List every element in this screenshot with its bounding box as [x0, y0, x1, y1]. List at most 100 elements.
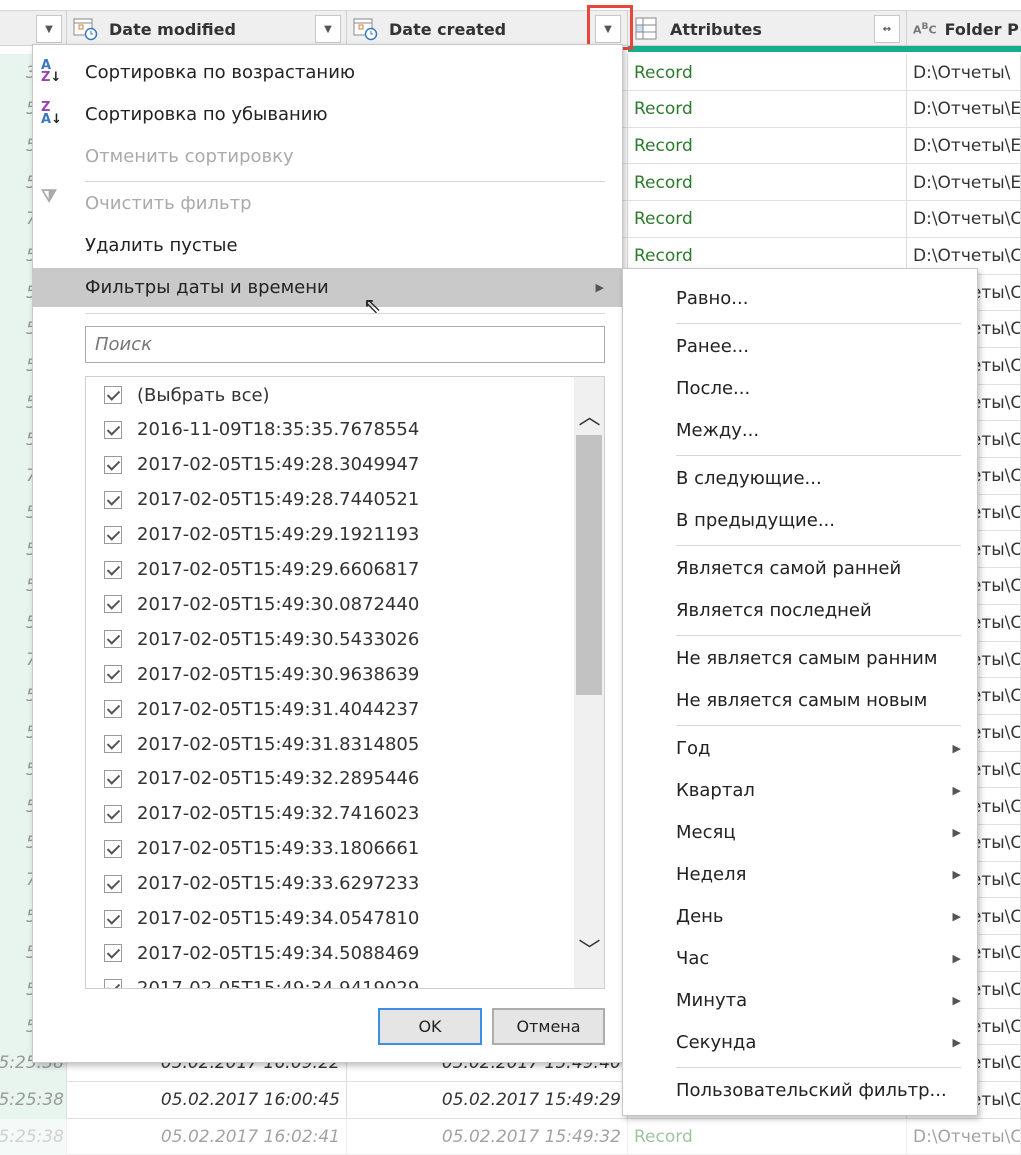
submenu-item-label: Час: [676, 947, 710, 969]
submenu-item[interactable]: Неделя ▶: [623, 854, 977, 894]
table-cell[interactable]: Record: [628, 164, 907, 202]
checklist-item[interactable]: 2017-02-05T15:49:30.9638639: [104, 659, 419, 689]
checklist-item[interactable]: 2017-02-05T15:49:31.8314805: [104, 729, 419, 759]
expand-column-button[interactable]: ↔: [874, 15, 900, 43]
submenu-item[interactable]: Минута ▶: [623, 980, 977, 1020]
checkbox-checked[interactable]: [104, 839, 122, 858]
checkbox-checked[interactable]: [104, 386, 122, 404]
scrollbar[interactable]: ︿ ﹀: [574, 377, 604, 988]
checklist-item-label: 2017-02-05T15:49:33.6297233: [137, 873, 420, 895]
remove-empty-item[interactable]: Удалить пустые: [33, 225, 622, 265]
checkbox-checked[interactable]: [104, 490, 122, 509]
checklist-item[interactable]: 2017-02-05T15:49:32.2895446: [104, 764, 419, 794]
chevron-right-icon: ▶: [595, 281, 604, 294]
checkbox-checked[interactable]: [104, 595, 122, 614]
chevron-right-icon: ▶: [952, 909, 961, 923]
submenu-item[interactable]: День ▶: [623, 896, 977, 936]
column-header-row: ▼ Date modified ▼ Date created ▼ Attribu…: [0, 10, 1021, 47]
separator: [85, 313, 605, 314]
column-title: Date created: [389, 19, 507, 39]
column-header-folder-path[interactable]: ABC Folder P: [907, 11, 1021, 47]
table-cell[interactable]: Record: [628, 200, 907, 238]
submenu-item[interactable]: Равно...: [623, 278, 977, 318]
column-header-index: ▼: [0, 11, 67, 47]
checklist-item[interactable]: 2017-02-05T15:49:33.6297233: [104, 869, 419, 899]
clear-filter-icon: ⧩: [41, 186, 58, 207]
column-header-date-created[interactable]: Date created ▼: [347, 11, 628, 47]
submenu-item[interactable]: Ранее...: [623, 326, 977, 366]
checkbox-checked[interactable]: [104, 525, 122, 544]
checkbox-checked[interactable]: [104, 804, 122, 823]
checklist-item-label: 2017-02-05T15:49:32.2895446: [137, 768, 420, 790]
search-input[interactable]: Поиск: [85, 326, 605, 363]
checkbox-checked[interactable]: [104, 769, 122, 788]
ok-button[interactable]: OK: [378, 1008, 482, 1045]
checkbox-checked[interactable]: [104, 420, 122, 439]
submenu-item[interactable]: Является последней: [623, 590, 977, 630]
checklist-item[interactable]: 2017-02-05T15:49:28.3049947: [104, 450, 419, 480]
checkbox-checked[interactable]: [104, 700, 122, 719]
submenu-item[interactable]: Секунда ▶: [623, 1022, 977, 1062]
checklist-item[interactable]: 2016-11-09T18:35:35.7678554: [104, 415, 419, 445]
checkbox-checked[interactable]: [104, 560, 122, 579]
checklist-item[interactable]: 2017-02-05T15:49:29.1921193: [104, 520, 419, 550]
submenu-item[interactable]: Квартал ▶: [623, 770, 977, 810]
table-cell[interactable]: Record: [628, 54, 907, 91]
checklist-item[interactable]: 2017-02-05T15:49:29.6606817: [104, 555, 419, 585]
chevron-right-icon: ▶: [952, 825, 961, 839]
table-cell: D:\Отчеты\С: [907, 200, 1021, 238]
clear-sort-item[interactable]: Отменить сортировку: [33, 136, 622, 176]
checkbox-checked[interactable]: [104, 909, 122, 928]
table-cell[interactable]: Record: [628, 127, 907, 165]
checklist-item[interactable]: 2017-02-05T15:49:28.7440521: [104, 485, 419, 515]
submenu-item[interactable]: Пользовательский фильтр...: [623, 1070, 977, 1110]
checklist-item[interactable]: 2017-02-05T15:49:30.0872440: [104, 589, 419, 619]
checklist-item-label: 2017-02-05T15:49:29.1921193: [137, 524, 420, 546]
submenu-item[interactable]: Час ▶: [623, 938, 977, 978]
column-title: Date modified: [109, 19, 236, 39]
scrollbar-thumb[interactable]: [576, 435, 602, 695]
checklist-item[interactable]: (Выбрать все): [104, 380, 270, 410]
checkbox-checked[interactable]: [104, 874, 122, 893]
checkbox-checked[interactable]: [104, 455, 122, 474]
submenu-item[interactable]: В предыдущие...: [623, 500, 977, 540]
column-header-date-modified[interactable]: Date modified ▼: [67, 11, 347, 47]
sort-ascending-item[interactable]: A Z↓ Сортировка по возрастанию: [33, 52, 622, 92]
table-cell[interactable]: Record: [628, 1118, 907, 1155]
submenu-item[interactable]: Не является самым новым: [623, 680, 977, 720]
submenu-item[interactable]: Не является самым ранним: [623, 638, 977, 678]
submenu-item-label: День: [676, 905, 724, 927]
checklist-item[interactable]: 2017-02-05T15:49:34.0547810: [104, 904, 419, 934]
submenu-item[interactable]: Год ▶: [623, 728, 977, 768]
separator: [676, 635, 961, 636]
checkbox-checked[interactable]: [104, 735, 122, 753]
scroll-up-icon[interactable]: ︿: [574, 399, 604, 430]
column-quality-bar: [628, 46, 1021, 52]
date-time-filters-item[interactable]: Фильтры даты и времени ▶ ⇖: [33, 268, 622, 319]
checklist-item[interactable]: 2017-02-05T15:49:32.7416023: [104, 799, 419, 829]
chevron-right-icon: ▶: [952, 783, 961, 797]
column-filter-button[interactable]: ▼: [315, 15, 341, 43]
checklist-item[interactable]: 2017-02-05T15:49:30.5433026: [104, 624, 419, 654]
cancel-button[interactable]: Отмена: [492, 1008, 605, 1045]
submenu-item[interactable]: Месяц ▶: [623, 812, 977, 852]
checklist-item[interactable]: 2017-02-05T15:49:34.9419029: [104, 973, 419, 988]
checkbox-checked[interactable]: [104, 979, 122, 988]
clear-filter-item[interactable]: ⧩ Очистить фильтр: [33, 183, 622, 223]
submenu-item[interactable]: Является самой ранней: [623, 548, 977, 588]
submenu-item[interactable]: В следующие...: [623, 458, 977, 498]
submenu-item[interactable]: Между...: [623, 410, 977, 450]
column-header-attributes[interactable]: Attributes ↔: [628, 11, 907, 47]
checkbox-checked[interactable]: [104, 944, 122, 963]
sort-ascending-icon: A Z↓: [41, 58, 62, 85]
submenu-item[interactable]: После...: [623, 368, 977, 408]
column-filter-button[interactable]: ▼: [36, 15, 62, 43]
checklist-item[interactable]: 2017-02-05T15:49:31.4044237: [104, 694, 419, 724]
checklist-item[interactable]: 2017-02-05T15:49:33.1806661: [104, 834, 419, 864]
scroll-down-icon[interactable]: ﹀: [574, 933, 604, 964]
checklist-item[interactable]: 2017-02-05T15:49:34.5088469: [104, 938, 419, 968]
table-cell[interactable]: Record: [628, 90, 907, 128]
sort-descending-item[interactable]: Z A↓ Сортировка по убыванию: [33, 94, 622, 134]
checkbox-checked[interactable]: [104, 630, 122, 649]
checkbox-checked[interactable]: [104, 665, 122, 684]
